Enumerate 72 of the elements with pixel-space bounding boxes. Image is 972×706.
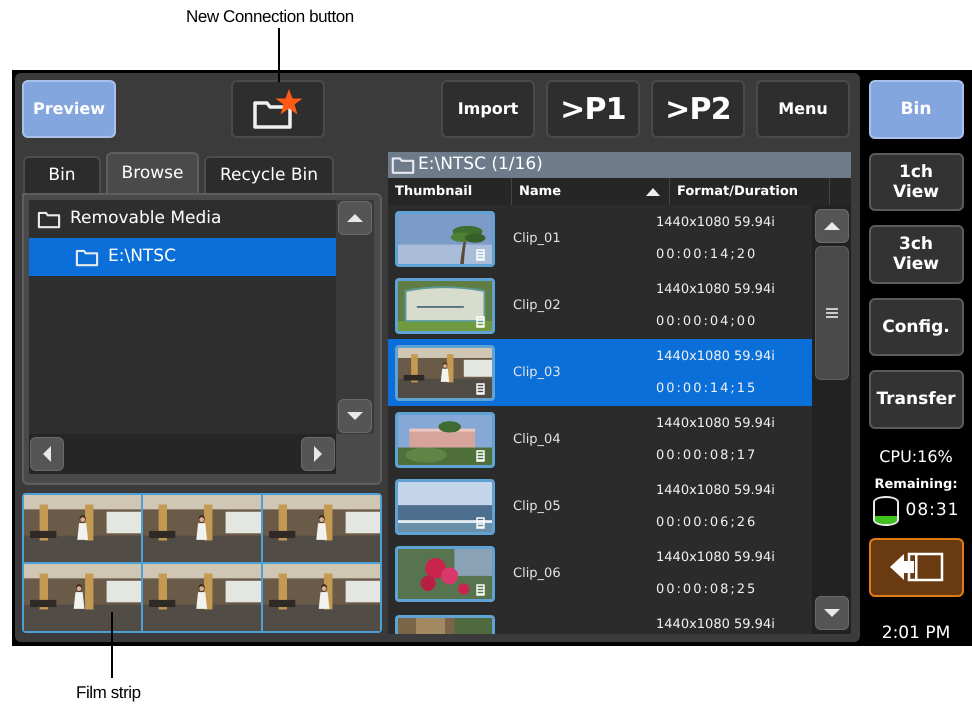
clip-duration: 00:00:06;26: [656, 514, 758, 532]
scroll-right-button[interactable]: [301, 437, 335, 471]
folder-icon: [75, 248, 99, 266]
clip-duration: 00:00:08;17: [656, 446, 758, 464]
clip-format: 1440x1080 59.94i: [656, 549, 775, 567]
remaining-label: Remaining:: [874, 476, 958, 494]
clip-row[interactable]: Clip_04 1440x1080 59.94i 00:00:08;17: [388, 406, 812, 473]
scroll-down-button[interactable]: [814, 596, 848, 630]
clip-row[interactable]: 1440x1080 59.94i: [388, 607, 812, 634]
scroll-thumb[interactable]: [814, 246, 848, 380]
scroll-left-button[interactable]: [30, 437, 64, 471]
clip-row[interactable]: Clip_02 1440x1080 59.94i 00:00:04;00: [388, 272, 812, 339]
clock: 2:01 PM: [882, 622, 950, 644]
toolbar-button[interactable]: Menu: [756, 80, 850, 138]
clip-format: 1440x1080 59.94i: [656, 616, 775, 634]
clip-name: Clip_03: [512, 364, 562, 382]
tab[interactable]: Browse: [106, 152, 199, 193]
toolbar-button[interactable]: Import: [441, 80, 535, 138]
exit-button[interactable]: [868, 538, 964, 596]
sidebar-button[interactable]: 1ch View: [868, 152, 964, 211]
folder-path: E:\NTSC (1/16): [418, 153, 543, 176]
folder-star-icon: [251, 87, 305, 131]
sidebar-button[interactable]: 3ch View: [868, 225, 964, 284]
sidebar-button[interactable]: Config.: [868, 298, 964, 356]
scroll-up-button[interactable]: [338, 201, 372, 235]
cpu-usage: CPU:16%: [879, 446, 953, 468]
tab[interactable]: Bin: [23, 156, 101, 193]
clip-row[interactable]: Clip_06 1440x1080 59.94i 00:00:08;25: [388, 540, 812, 607]
tree-item[interactable]: Removable Media: [29, 200, 336, 238]
toolbar-button[interactable]: >P2: [651, 80, 745, 138]
right-arrow-icon: [314, 446, 322, 462]
clip-row[interactable]: Clip_05 1440x1080 59.94i 00:00:06;26: [388, 473, 812, 540]
clip-duration: 00:00:04;00: [656, 312, 758, 330]
film-frame-icon: [476, 316, 485, 328]
folder-icon: [37, 210, 61, 228]
tab[interactable]: Recycle Bin: [204, 156, 334, 193]
tree-item[interactable]: E:\NTSC: [29, 238, 336, 276]
clip-format: 1440x1080 59.94i: [656, 348, 775, 366]
callout-label: New Connection button: [186, 6, 354, 28]
left-arrow-icon: [43, 446, 51, 462]
callout-label: Film strip: [76, 682, 141, 704]
up-arrow-icon: [824, 222, 840, 230]
clip-name: Clip_06: [512, 564, 562, 583]
film-frame-icon: [476, 248, 485, 260]
down-arrow-icon: [824, 609, 840, 617]
scroll-up-button[interactable]: [814, 209, 848, 243]
clip-row[interactable]: Clip_03 1440x1080 59.94i 00:00:14;15: [388, 339, 812, 406]
clip-format: 1440x1080 59.94i: [656, 214, 775, 232]
clip-name: Clip_04: [512, 430, 562, 449]
clip-format: 1440x1080 59.94i: [656, 482, 775, 500]
clip-format: 1440x1080 59.94i: [656, 415, 775, 433]
up-arrow-icon: [347, 214, 363, 222]
folder-icon: [391, 155, 415, 175]
clip-format: 1440x1080 59.94i: [656, 281, 775, 299]
film-frame-icon: [476, 516, 485, 528]
grip-icon: [824, 307, 838, 319]
clip-name: Clip_05: [512, 498, 562, 516]
film-frame-icon: [476, 450, 485, 462]
down-arrow-icon: [347, 412, 363, 420]
film-frame-icon: [476, 382, 485, 394]
clip-duration: 00:00:14;20: [656, 246, 758, 264]
scroll-down-button[interactable]: [338, 399, 372, 433]
remaining-time: 08:31: [906, 499, 960, 522]
clip-duration: 00:00:08;25: [656, 580, 758, 598]
clip-row[interactable]: Clip_01 1440x1080 59.94i 00:00:14;20: [388, 205, 812, 272]
clip-name: Clip_01: [512, 230, 562, 248]
film-frame-icon: [476, 584, 485, 596]
sidebar-button[interactable]: Transfer: [868, 370, 964, 428]
new-connection-button[interactable]: [231, 80, 325, 138]
toolbar-button[interactable]: >P1: [546, 80, 640, 138]
clip-name: Clip_02: [512, 296, 562, 315]
clip-duration: 00:00:14;15: [656, 380, 758, 398]
